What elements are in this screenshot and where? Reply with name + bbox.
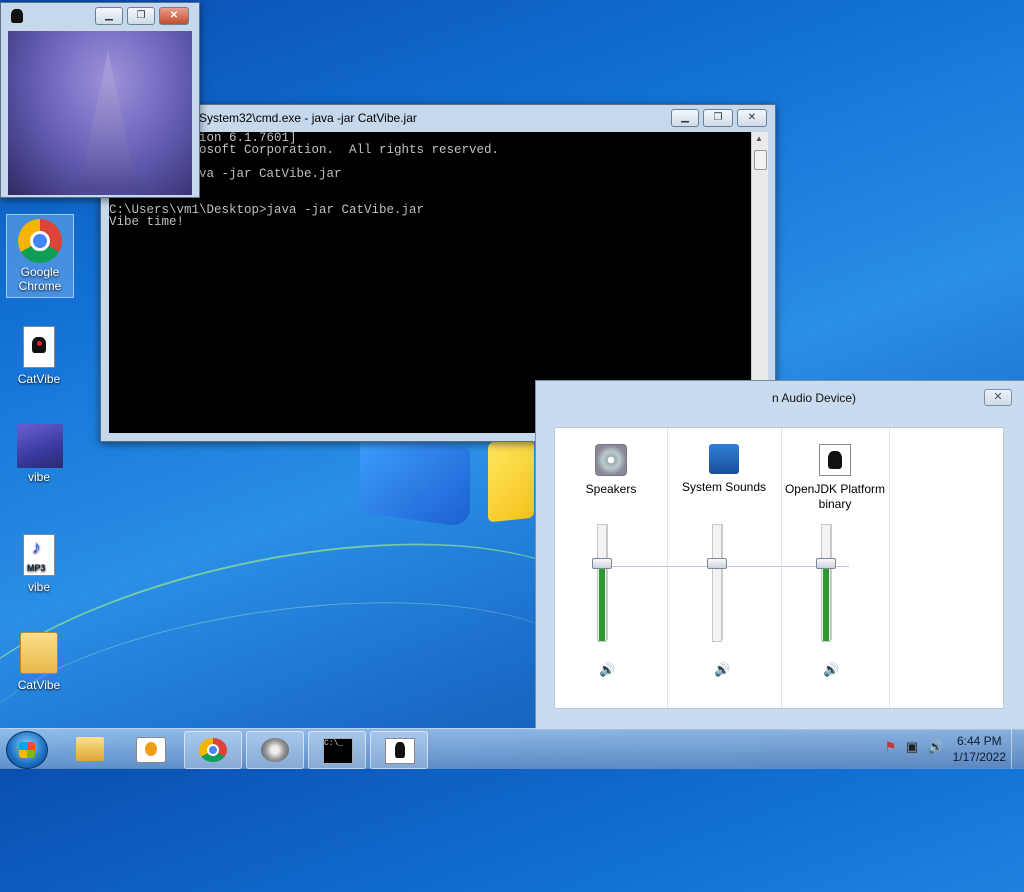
taskbar: C:\_ ⚑ ▣ 🔊 6:44 PM 1/17/2022 [0, 728, 1024, 769]
restore-button[interactable]: ❐ [127, 7, 155, 25]
wallpaper-logo [360, 432, 470, 528]
close-button[interactable]: ✕ [159, 7, 189, 25]
scrollbar-thumb[interactable] [754, 150, 767, 170]
clock-time: 6:44 PM [956, 734, 1002, 748]
folder-icon [17, 632, 61, 676]
desktop-icon-catvibe-folder[interactable]: CatVibe [6, 628, 72, 692]
wallpaper-logo [488, 437, 534, 523]
desktop-icon-google-chrome[interactable]: Google Chrome [6, 214, 74, 298]
console-line: C:\Users\vm1\Desktop>java -jar CatVibe.j… [109, 203, 425, 217]
taskbar-cmd-button[interactable]: C:\_ [308, 731, 366, 769]
mixer-channel-speakers: Speakers 🔊 [555, 428, 668, 708]
desktop-icon-label: vibe [27, 470, 50, 484]
show-desktop-button[interactable] [1011, 729, 1024, 769]
start-button[interactable] [6, 731, 48, 769]
volume-slider-knob[interactable] [816, 558, 836, 570]
slider-ticks [722, 524, 731, 640]
system-clock[interactable]: 6:44 PM 1/17/2022 [953, 733, 1006, 765]
mixer-channel-system-sounds: System Sounds 🔊 [667, 428, 782, 708]
channel-label: System Sounds [681, 480, 767, 494]
volume-level-fill [823, 563, 829, 641]
taskbar-chrome-button[interactable] [184, 731, 242, 769]
system-sounds-icon [709, 444, 739, 474]
console-line: 1\Desktop>java -jar CatVibe.jar [109, 167, 342, 181]
channel-label: OpenJDK Platform binary [784, 482, 886, 511]
console-line: c) 2009 Microsoft Corporation. All right… [109, 143, 500, 157]
volume-slider-knob[interactable] [592, 558, 612, 570]
command-prompt-icon: C:\_ [323, 738, 353, 764]
mp3-file-icon: ♪ MP3 [17, 534, 61, 578]
mute-speaker-icon[interactable]: 🔊 [823, 662, 839, 678]
system-tray: ⚑ ▣ 🔊 [885, 739, 944, 755]
mute-speaker-icon[interactable]: 🔊 [599, 662, 615, 678]
volume-slider[interactable] [821, 524, 831, 642]
media-player-icon [136, 737, 166, 763]
volume-slider[interactable] [597, 524, 607, 642]
window-title: n Audio Device) [772, 391, 857, 405]
window-title: System32\cmd.exe - java -jar CatVibe.jar [199, 111, 417, 125]
scroll-up-arrow-icon[interactable]: ▲ [755, 134, 763, 143]
java-icon [819, 444, 851, 476]
volume-tray-icon[interactable]: 🔊 [928, 739, 944, 754]
desktop-icon-label: vibe [27, 580, 50, 594]
close-button[interactable]: ✕ [737, 109, 767, 127]
restore-button[interactable]: ❐ [703, 109, 733, 127]
taskbar-explorer-button[interactable] [62, 731, 118, 767]
desktop-icon-label: CatVibe [17, 372, 61, 386]
taskbar-java-button[interactable] [370, 731, 428, 769]
folder-icon [76, 737, 104, 761]
volume-slider[interactable] [712, 524, 722, 642]
cmd-titlebar[interactable]: System32\cmd.exe - java -jar CatVibe.jar… [101, 105, 775, 131]
speaker-icon [261, 738, 289, 762]
mixer-channel-openjdk: OpenJDK Platform binary 🔊 [781, 428, 890, 708]
taskbar-media-player-button[interactable] [122, 731, 178, 767]
desktop-icon-label: Google [20, 265, 60, 279]
clock-date: 1/17/2022 [952, 750, 1006, 764]
desktop-icon-vibe-image[interactable]: vibe [6, 420, 72, 484]
java-frame-window: ▁ ❐ ✕ [0, 2, 200, 198]
slider-ticks [831, 524, 840, 640]
desktop-icon-label: Chrome [18, 279, 62, 293]
volume-mixer-window: n Audio Device) ✕ Speakers 🔊 System Soun… [535, 380, 1024, 730]
volume-level-fill [599, 563, 605, 641]
image-thumbnail-icon [17, 424, 63, 468]
channel-label: Speakers [585, 482, 637, 496]
minimize-button[interactable]: ▁ [95, 7, 123, 25]
java-icon [385, 738, 415, 764]
speaker-icon [595, 444, 627, 476]
network-icon[interactable]: ▣ [906, 739, 918, 754]
desktop-icon-label: CatVibe [17, 678, 61, 692]
mute-speaker-icon[interactable]: 🔊 [714, 662, 730, 678]
console-line: Vibe time! [109, 215, 185, 229]
video-frame [8, 31, 192, 195]
desktop-icon-catvibe-jar[interactable]: CatVibe [6, 322, 72, 386]
chrome-icon [199, 738, 227, 762]
jar-file-icon [17, 326, 61, 370]
desktop-icon-vibe-mp3[interactable]: ♪ MP3 vibe [6, 530, 72, 594]
action-center-flag-icon[interactable]: ⚑ [885, 739, 897, 754]
chrome-icon [18, 219, 62, 263]
mixer-channels-panel: Speakers 🔊 System Sounds 🔊 OpenJDK Platf… [554, 427, 1004, 709]
taskbar-volume-mixer-button[interactable] [246, 731, 304, 769]
minimize-button[interactable]: ▁ [671, 109, 699, 127]
slider-ticks [607, 524, 616, 640]
close-button[interactable]: ✕ [984, 389, 1012, 406]
java-app-icon [11, 9, 23, 23]
java-frame-titlebar[interactable]: ▁ ❐ ✕ [1, 3, 199, 29]
volume-slider-knob[interactable] [707, 558, 727, 570]
